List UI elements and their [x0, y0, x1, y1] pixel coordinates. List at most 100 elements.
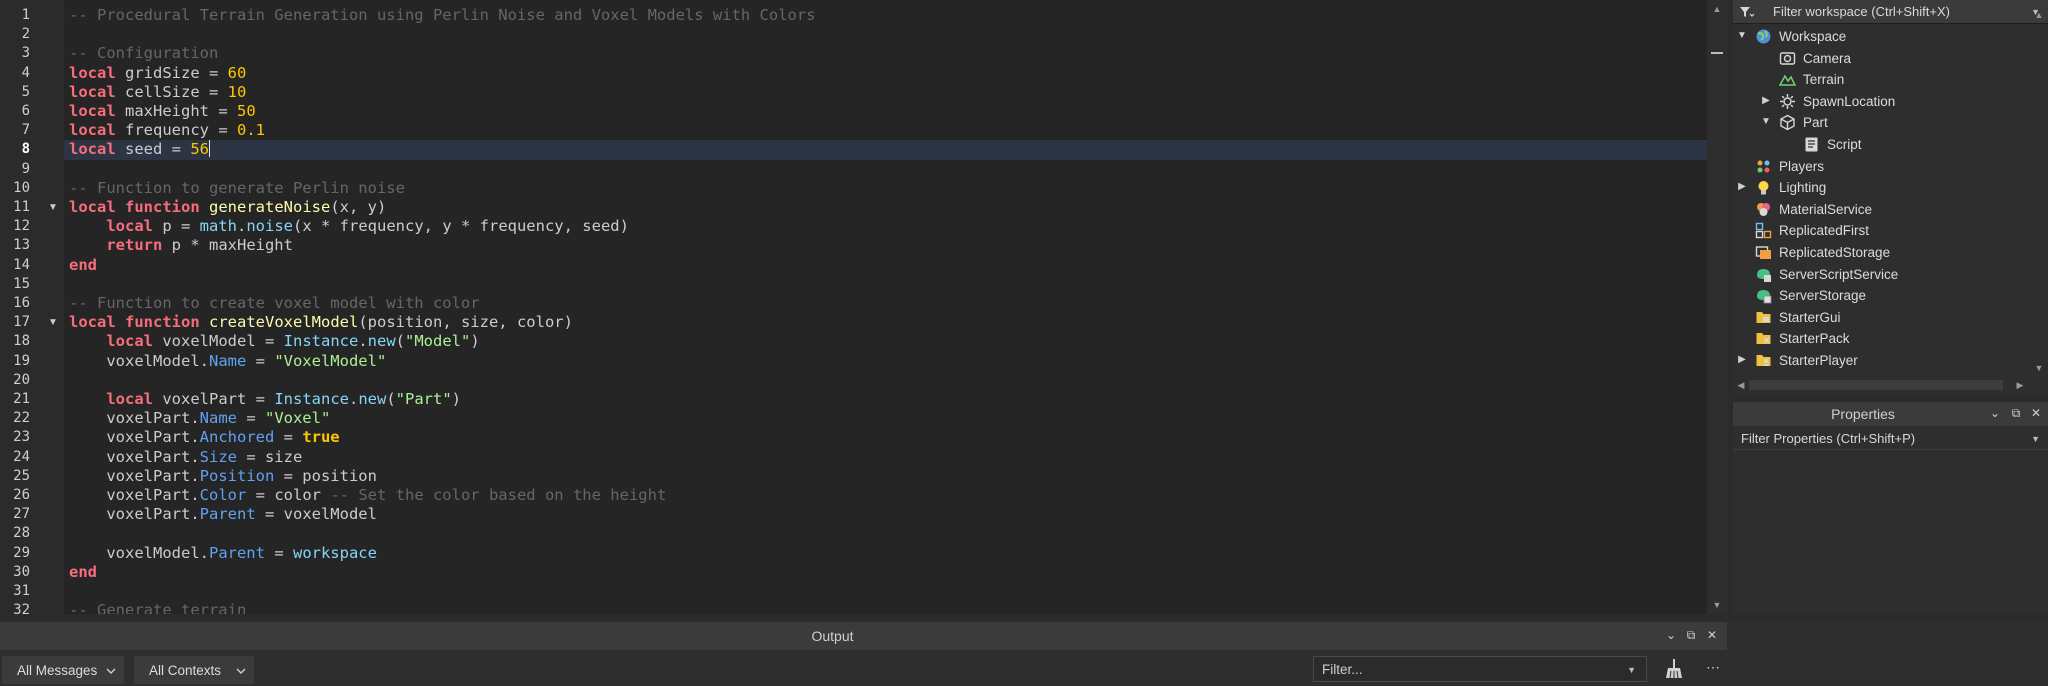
explorer-item-startergui[interactable]: StarterGui [1733, 307, 2029, 328]
close-icon[interactable]: ✕ [1705, 628, 1719, 642]
code-line[interactable]: voxelModel.Parent = workspace [69, 544, 377, 563]
output-filter-input[interactable] [1314, 657, 1614, 681]
scroll-up-arrow-icon[interactable]: ▲ [2034, 10, 2044, 20]
code-line[interactable]: -- Generate terrain [69, 601, 246, 614]
line-number: 28 [13, 525, 30, 542]
explorer-item-replicatedfirst[interactable]: ReplicatedFirst [1733, 220, 2029, 241]
code-token: cellSize = [115, 82, 228, 101]
code-line[interactable]: voxelPart.Position = position [69, 467, 377, 486]
scroll-down-arrow-icon[interactable]: ▼ [2034, 363, 2044, 373]
code-line[interactable]: local gridSize = 60 [69, 64, 246, 83]
chevron-down-icon[interactable]: ▼ [1627, 665, 1636, 675]
code-line[interactable]: voxelPart.Parent = voxelModel [69, 505, 377, 524]
explorer-item-label: Players [1779, 158, 1825, 174]
editor-vertical-scrollbar[interactable]: ▲ ▼ [1707, 0, 1727, 614]
explorer-item-serverstorage[interactable]: ServerStorage [1733, 285, 2029, 306]
collapsed-arrow-icon[interactable]: ▶ [1736, 354, 1748, 366]
code-line[interactable]: local function generateNoise(x, y) [69, 198, 386, 217]
code-line[interactable]: voxelModel.Name = "VoxelModel" [69, 352, 386, 371]
more-options-icon[interactable]: ⋯ [1706, 660, 1720, 674]
line-number: 24 [13, 448, 30, 465]
code-line[interactable]: -- Procedural Terrain Generation using P… [69, 6, 816, 25]
chevron-down-icon[interactable]: ▼ [2031, 434, 2040, 444]
chevron-down-icon [106, 668, 116, 674]
explorer-item-script[interactable]: Script [1733, 134, 2029, 155]
code-line[interactable]: local frequency = 0.1 [69, 121, 265, 140]
explorer-item-camera[interactable]: Camera [1733, 48, 2029, 69]
all-contexts-dropdown[interactable]: All Contexts [134, 656, 254, 684]
scroll-up-arrow-icon[interactable]: ▲ [1712, 4, 1722, 14]
explorer-item-materialservice[interactable]: MaterialService [1733, 199, 2029, 220]
explorer-item-starterplayer[interactable]: ▶ StarterPlayer [1733, 350, 2029, 371]
code-token: function [125, 313, 200, 332]
explorer-item-replicatedstorage[interactable]: ReplicatedStorage [1733, 242, 2029, 263]
expanded-arrow-icon[interactable]: ▼ [1760, 116, 1772, 128]
code-line[interactable]: voxelPart.Size = size [69, 448, 302, 467]
code-token: noise [246, 217, 294, 236]
code-line[interactable]: local cellSize = 10 [69, 83, 246, 102]
code-area[interactable]: -- Procedural Terrain Generation using P… [64, 0, 1707, 614]
scrollbar-thumb[interactable] [1749, 380, 2003, 390]
script-editor[interactable]: 1 2 3 4 5 6 7 8 9 10 11 ▼ 12 13 14 15 16 17 ▼ 18 19 20 21 22 23 2… [0, 0, 1727, 614]
output-filter-field[interactable]: ▼ [1313, 656, 1647, 682]
code-token: workspace [292, 543, 377, 562]
undock-icon[interactable]: ⧉ [1684, 628, 1698, 642]
code-line[interactable]: local voxelModel = Instance.new("Model") [69, 332, 479, 351]
code-line[interactable]: -- Configuration [69, 44, 218, 63]
fold-arrow-icon[interactable]: ▼ [48, 203, 58, 213]
explorer-filter-bar[interactable]: Filter workspace (Ctrl+Shift+X) ▼ [1733, 0, 2048, 24]
explorer-item-lighting[interactable]: ▶ Lighting [1733, 177, 2029, 198]
code-line[interactable]: local seed = 56 [64, 140, 1707, 160]
output-toolbar: All Messages All Contexts ▼ ⋯ [0, 650, 1727, 686]
code-line[interactable]: -- Function to create voxel model with c… [69, 294, 480, 313]
fold-arrow-icon[interactable]: ▼ [48, 318, 58, 328]
explorer-horizontal-scrollbar[interactable]: ◀ ▶ [1733, 376, 2029, 394]
all-contexts-label: All Contexts [149, 663, 222, 678]
explorer-item-workspace[interactable]: ▼ Workspace [1733, 26, 2029, 47]
scrollbar-thumb[interactable] [1711, 52, 1723, 54]
undock-icon[interactable]: ⧉ [2009, 406, 2023, 420]
code-line[interactable]: local p = math.noise(x * frequency, y * … [69, 217, 629, 236]
scroll-down-arrow-icon[interactable]: ▼ [1712, 600, 1722, 610]
code-line[interactable]: local function createVoxelModel(position… [69, 313, 573, 332]
line-number: 5 [21, 83, 30, 100]
code-token: -- Configuration [69, 44, 219, 63]
collapsed-arrow-icon[interactable]: ▶ [1736, 181, 1748, 193]
properties-filter-label: Filter Properties (Ctrl+Shift+P) [1741, 431, 1916, 446]
code-token: = size [236, 447, 303, 466]
code-token: = position [274, 466, 377, 485]
chevron-down-icon[interactable]: ⌄ [1664, 628, 1678, 642]
properties-filter-bar[interactable]: Filter Properties (Ctrl+Shift+P) ▼ [1733, 428, 2048, 450]
explorer-item-starterpack[interactable]: StarterPack [1733, 328, 2029, 349]
code-line[interactable]: local maxHeight = 50 [69, 102, 256, 121]
close-icon[interactable]: ✕ [2029, 406, 2043, 420]
code-line[interactable]: end [69, 256, 97, 275]
camera-icon [1779, 51, 1796, 65]
explorer-item-terrain[interactable]: Terrain [1733, 69, 2029, 90]
explorer-item-label: MaterialService [1779, 201, 1873, 217]
code-line[interactable]: voxelPart.Anchored = true [69, 428, 339, 447]
collapsed-arrow-icon[interactable]: ▶ [1760, 95, 1772, 107]
server-script-service-icon [1757, 268, 1771, 282]
scroll-right-arrow-icon[interactable]: ▶ [2015, 380, 2025, 390]
explorer-item-label: StarterGui [1779, 309, 1841, 325]
code-line[interactable]: end [69, 563, 97, 582]
explorer-item-part[interactable]: ▼ Part [1733, 112, 2029, 133]
explorer-vertical-scrollbar[interactable]: ▲ ▼ [2029, 10, 2048, 376]
scroll-left-arrow-icon[interactable]: ◀ [1736, 380, 1746, 390]
code-line[interactable]: local voxelPart = Instance.new("Part") [69, 390, 461, 409]
code-line[interactable]: -- Function to generate Perlin noise [69, 179, 405, 198]
code-token: end [69, 562, 97, 581]
all-messages-dropdown[interactable]: All Messages [2, 656, 124, 684]
code-line[interactable]: voxelPart.Color = color -- Set the color… [69, 486, 666, 505]
clear-output-broom-icon[interactable] [1663, 658, 1685, 680]
explorer-item-label: Workspace [1779, 29, 1847, 44]
code-line[interactable]: voxelPart.Name = "Voxel" [69, 409, 330, 428]
code-line[interactable]: return p * maxHeight [69, 236, 293, 255]
explorer-item-spawnlocation[interactable]: ▶ SpawnLocation [1733, 91, 2029, 112]
line-number: 3 [21, 45, 30, 62]
chevron-down-icon[interactable]: ⌄ [1988, 406, 2002, 420]
explorer-item-players[interactable]: Players [1733, 156, 2029, 177]
explorer-item-serverscriptservice[interactable]: ServerScriptService [1733, 264, 2029, 285]
expanded-arrow-icon[interactable]: ▼ [1736, 30, 1748, 42]
